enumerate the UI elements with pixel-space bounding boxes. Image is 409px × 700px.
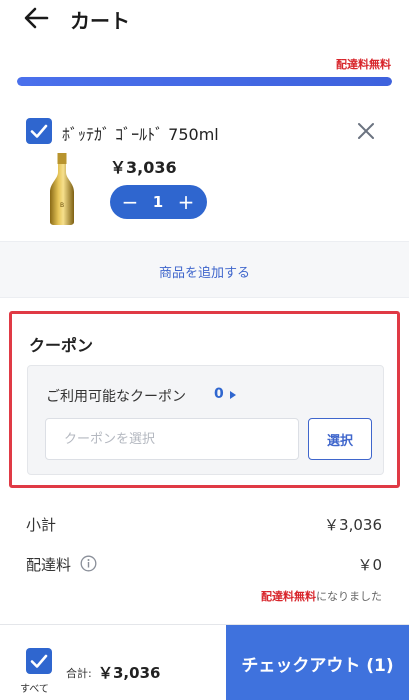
- shipping-fee-label: 配達料: [26, 556, 72, 574]
- coupon-title: クーポン: [29, 336, 94, 355]
- item-checkbox[interactable]: [26, 118, 52, 144]
- item-price: ￥3,036: [110, 158, 177, 177]
- close-icon[interactable]: [355, 120, 377, 142]
- page-title: カート: [70, 9, 130, 33]
- checkout-button[interactable]: チェックアウト (1): [226, 625, 409, 700]
- free-shipping-confirmation: 配達料無料になりました: [261, 588, 382, 604]
- available-coupons-label[interactable]: ご利用可能なクーポン: [46, 386, 186, 406]
- total-label: 合計:: [66, 667, 92, 680]
- subtotal-value: ￥3,036: [324, 516, 382, 534]
- product-bottle-image: B: [50, 153, 74, 225]
- checkmark-icon: [30, 124, 48, 138]
- item-name[interactable]: ﾎﾞｯﾃｶﾞ ｺﾞｰﾙﾄﾞ 750ml: [62, 121, 219, 145]
- decrease-quantity-button[interactable]: −: [118, 188, 142, 216]
- info-icon[interactable]: [80, 555, 97, 572]
- coupon-input[interactable]: [45, 418, 299, 460]
- increase-quantity-button[interactable]: +: [174, 188, 198, 216]
- select-all-checkbox[interactable]: [26, 648, 52, 674]
- quantity-stepper: − 1 +: [110, 185, 207, 219]
- coupon-select-button[interactable]: 選択: [308, 418, 372, 460]
- checkout-footer: すべて 合計: ￥3,036 チェックアウト (1): [0, 624, 409, 700]
- free-shipping-highlight: 配達料無料: [261, 590, 316, 603]
- subtotal-label: 小計: [26, 516, 57, 534]
- svg-text:B: B: [60, 202, 64, 209]
- available-coupons-count[interactable]: 0: [214, 386, 224, 402]
- back-arrow-icon[interactable]: [22, 6, 50, 30]
- shipping-fee-value: ￥0: [357, 556, 382, 574]
- total-value: ￥3,036: [98, 664, 161, 682]
- free-shipping-note: 配達料無料: [336, 58, 391, 71]
- coupon-panel: ご利用可能なクーポン 0 選択: [27, 365, 384, 475]
- caret-right-icon[interactable]: [230, 391, 236, 399]
- checkmark-icon: [30, 654, 48, 668]
- shipping-progress-fill: [17, 77, 392, 86]
- header: カート: [0, 0, 409, 40]
- shipping-progress-bar: [17, 77, 392, 86]
- select-all-label: すべて: [20, 684, 49, 695]
- add-items-section: 商品を追加する: [0, 241, 409, 298]
- free-shipping-suffix: になりました: [316, 590, 382, 603]
- add-items-link[interactable]: 商品を追加する: [0, 262, 409, 281]
- coupon-section: クーポン ご利用可能なクーポン 0 選択: [9, 311, 400, 488]
- quantity-value: 1: [152, 193, 164, 211]
